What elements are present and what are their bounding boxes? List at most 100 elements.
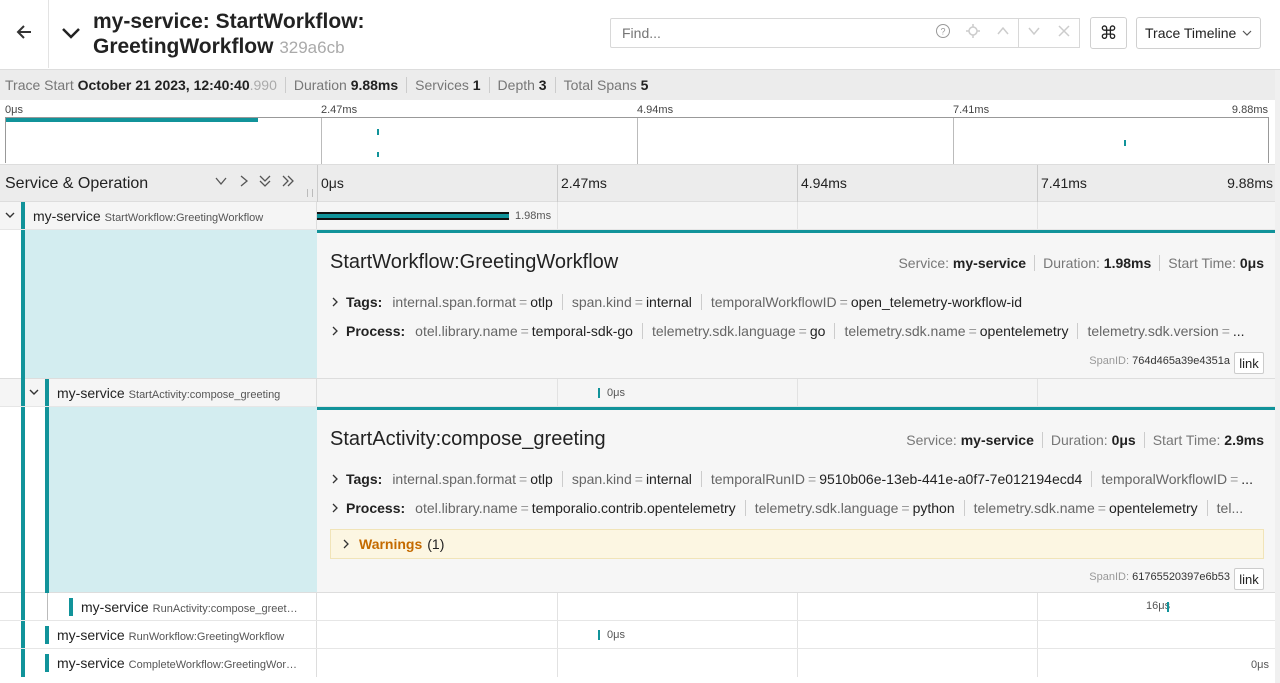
- tags-label: Tags:: [346, 471, 383, 487]
- span-toggle-button[interactable]: [28, 385, 40, 401]
- minimap-tick: 4.94ms: [637, 104, 674, 116]
- span-bar[interactable]: [598, 388, 600, 398]
- minimap-tick: 2.47ms: [321, 104, 358, 116]
- span-color-bar: [45, 654, 49, 672]
- span-id-label: SpanID:: [1089, 571, 1130, 583]
- timeline-gridline: [797, 379, 798, 406]
- minimap-span-bar: [377, 152, 379, 157]
- span-bar[interactable]: [598, 630, 600, 640]
- trace-start-ms: .990: [249, 77, 277, 93]
- minimap-span-bar: [377, 129, 379, 135]
- span-id-label: SpanID:: [1089, 355, 1130, 367]
- span-row[interactable]: my-service CompleteWorkflow:GreetingWor… …: [0, 649, 1275, 677]
- span-timeline-lane[interactable]: 0μs: [317, 621, 1275, 648]
- chevron-down-icon: [58, 28, 84, 50]
- timeline-tick: 4.94ms: [801, 175, 847, 191]
- detail-title: StartActivity:compose_greeting: [330, 428, 606, 450]
- process-value: opentelemetry: [979, 323, 1069, 339]
- span-id: SpanID: 61765520397e6b53: [1089, 571, 1230, 583]
- span-detail-panel: StartActivity:compose_greeting Service: …: [0, 407, 1276, 593]
- prev-match-button[interactable]: [988, 18, 1019, 48]
- view-mode-select[interactable]: Trace Timeline: [1136, 17, 1261, 49]
- tag-value: ...: [1241, 471, 1253, 487]
- span-link-button[interactable]: link: [1234, 352, 1264, 374]
- keyboard-shortcuts-button[interactable]: ⌘: [1090, 17, 1127, 49]
- timeline-tick: 7.41ms: [1041, 175, 1087, 191]
- back-button[interactable]: [0, 0, 49, 68]
- trace-header: my-service: StartWorkflow: GreetingWorkf…: [0, 0, 1280, 70]
- minimap-tick: 9.88ms: [1231, 104, 1268, 116]
- collapse-all-button[interactable]: [258, 174, 272, 191]
- process-row[interactable]: Process: otel.library.name = temporalio.co…: [330, 500, 1262, 516]
- minimap-canvas[interactable]: [5, 117, 1269, 164]
- span-timeline-lane[interactable]: 0μs: [317, 379, 1275, 406]
- span-toggle-button[interactable]: [4, 208, 16, 224]
- clear-search-button[interactable]: [1049, 18, 1080, 48]
- warnings-row[interactable]: Warnings (1): [330, 529, 1264, 559]
- tags-row[interactable]: Tags: internal.span.format = otlp span.kin…: [330, 294, 1262, 310]
- detail-duration-value: 0μs: [1111, 432, 1136, 448]
- find-help-button[interactable]: ?: [928, 18, 959, 48]
- collapse-header-button[interactable]: [58, 20, 84, 51]
- span-name-cell[interactable]: my-service StartActivity:compose_greeting: [0, 379, 317, 406]
- detail-start-label: Start Time:: [1152, 432, 1221, 448]
- process-row[interactable]: Process: otel.library.name = temporal-sdk-…: [330, 323, 1262, 339]
- command-icon: ⌘: [1099, 22, 1118, 43]
- locate-button[interactable]: [958, 18, 989, 48]
- depth-label: Depth: [497, 77, 535, 93]
- tag-key: internal.span.format: [392, 294, 517, 310]
- span-timeline-lane[interactable]: 0μs: [317, 649, 1275, 677]
- span-row[interactable]: my-service StartWorkflow:GreetingWorkflow…: [0, 202, 1275, 230]
- span-link-button[interactable]: link: [1234, 568, 1264, 590]
- timeline-gridline: [557, 202, 558, 229]
- tags-row[interactable]: Tags: internal.span.format = otlp span.kin…: [330, 471, 1262, 487]
- span-color-bar: [45, 626, 49, 644]
- tag-key: span.kind: [571, 471, 632, 487]
- span-name-cell[interactable]: my-service CompleteWorkflow:GreetingWor…: [0, 649, 317, 677]
- minimap-tick: 0μs: [5, 104, 23, 116]
- chevron-right-icon: [341, 536, 351, 552]
- span-color-bar: [21, 379, 25, 406]
- column-resize-handle[interactable]: [307, 189, 313, 197]
- trace-minimap[interactable]: 0μs 2.47ms 4.94ms 7.41ms 9.88ms: [0, 100, 1280, 164]
- span-timeline-lane[interactable]: 16μs: [317, 593, 1275, 620]
- title-line-1: my-service: StartWorkflow:: [93, 10, 365, 33]
- process-label: Process:: [346, 500, 406, 516]
- span-row[interactable]: my-service StartActivity:compose_greeting…: [0, 379, 1275, 407]
- divider: [1143, 432, 1145, 448]
- next-match-button[interactable]: [1019, 18, 1050, 48]
- span-row[interactable]: my-service RunActivity:compose_greet… 16μ…: [0, 593, 1275, 621]
- expand-one-button[interactable]: [237, 174, 251, 191]
- span-row[interactable]: my-service RunWorkflow:GreetingWorkflow 0…: [0, 621, 1275, 649]
- chevron-right-icon: [330, 323, 340, 339]
- close-icon: [1056, 23, 1072, 44]
- timeline-tick: 2.47ms: [561, 175, 607, 191]
- expand-all-button[interactable]: [281, 174, 295, 191]
- span-timeline-lane[interactable]: 1.98ms: [317, 202, 1275, 229]
- find-input[interactable]: [610, 18, 930, 48]
- minimap-span-bar: [6, 118, 258, 122]
- tag-key: internal.span.format: [392, 471, 517, 487]
- divider: [488, 77, 490, 93]
- span-name-cell[interactable]: my-service RunActivity:compose_greet…: [0, 593, 317, 620]
- span-name-cell[interactable]: my-service StartWorkflow:GreetingWorkflow: [0, 202, 317, 229]
- collapse-one-button[interactable]: [214, 174, 228, 191]
- warnings-count: (1): [427, 536, 445, 552]
- detail-service-label: Service:: [898, 255, 950, 271]
- trace-start-value: October 21 2023, 12:40:40: [77, 77, 250, 93]
- tag-value: 9510b06e-13eb-441e-a0f7-7e012194ecd4: [819, 471, 1083, 487]
- detail-start-label: Start Time:: [1168, 255, 1236, 271]
- span-bar[interactable]: [1167, 602, 1169, 612]
- span-bar[interactable]: [317, 212, 509, 220]
- span-name-cell[interactable]: my-service RunWorkflow:GreetingWorkflow: [0, 621, 317, 648]
- detail-meta: Service: my-service Duration: 0μs Start …: [906, 432, 1264, 448]
- chevron-right-icon: [237, 175, 251, 191]
- timeline-gridline: [557, 593, 558, 620]
- chevron-down-icon: [214, 175, 228, 191]
- span-detail-panel: StartWorkflow:GreetingWorkflow Service: …: [0, 230, 1276, 379]
- page-scrollbar[interactable]: [1275, 70, 1280, 683]
- chevron-down-icon: [28, 385, 40, 401]
- tag-key: temporalWorkflowID: [1101, 471, 1228, 487]
- span-operation: RunActivity:compose_greet…: [152, 603, 298, 615]
- tree-guide-line: [47, 593, 48, 620]
